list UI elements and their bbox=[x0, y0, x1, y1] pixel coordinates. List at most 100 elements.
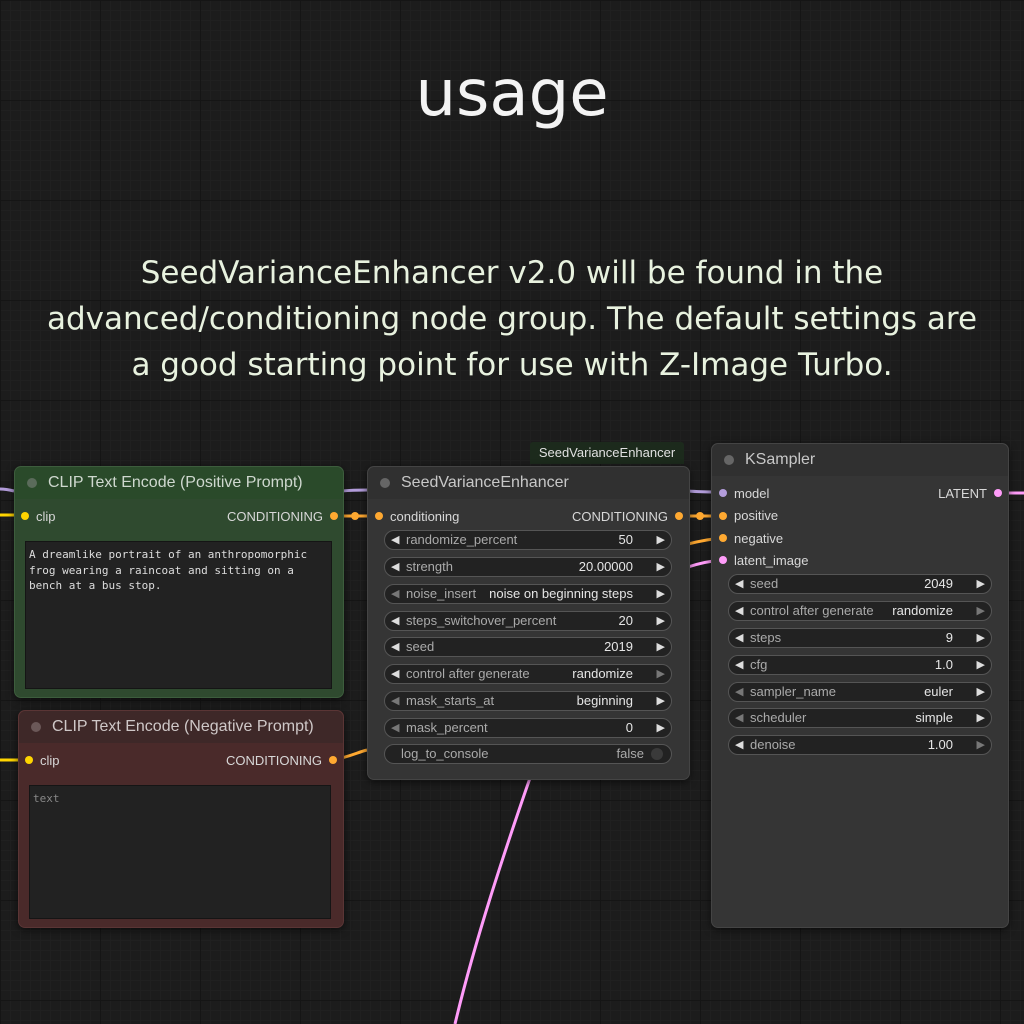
decrement-arrow-icon[interactable]: ◀ bbox=[391, 692, 399, 710]
conditioning-input-port[interactable] bbox=[375, 512, 383, 520]
increment-arrow-icon[interactable]: ▶ bbox=[657, 638, 665, 656]
increment-arrow-icon[interactable]: ▶ bbox=[657, 531, 665, 549]
decrement-arrow-icon[interactable]: ◀ bbox=[735, 683, 743, 701]
toggle-switch[interactable] bbox=[651, 748, 663, 760]
widget-value: 2019 bbox=[604, 639, 633, 654]
decrement-arrow-icon[interactable]: ◀ bbox=[735, 656, 743, 674]
widget-value: beginning bbox=[576, 693, 633, 708]
decrement-arrow-icon[interactable]: ◀ bbox=[391, 665, 399, 683]
widget-steps-switchover-percent[interactable]: ◀ steps_switchover_percent 20 ▶ bbox=[384, 611, 672, 631]
increment-arrow-icon[interactable]: ▶ bbox=[977, 709, 985, 727]
widget-value: 2049 bbox=[924, 576, 953, 591]
ksampler-node[interactable]: KSampler model LATENT positive negative … bbox=[711, 443, 1009, 928]
widget-label: steps_switchover_percent bbox=[406, 613, 557, 628]
increment-arrow-icon[interactable]: ▶ bbox=[977, 602, 985, 620]
widget-steps[interactable]: ◀ steps 9 ▶ bbox=[728, 628, 992, 648]
widget-value: false bbox=[616, 746, 644, 761]
seed-variance-enhancer-node[interactable]: SeedVarianceEnhancer conditioning CONDIT… bbox=[367, 466, 690, 780]
widget-log-to-console[interactable]: log_to_console false bbox=[384, 744, 672, 764]
widget-label: seed bbox=[750, 576, 779, 591]
decrement-arrow-icon[interactable]: ◀ bbox=[735, 736, 743, 754]
conditioning-output-port[interactable] bbox=[330, 512, 338, 520]
widget-control-after-generate[interactable]: ◀ control after generate randomize ▶ bbox=[384, 664, 672, 684]
positive-prompt-node[interactable]: CLIP Text Encode (Positive Prompt) clip … bbox=[14, 466, 344, 698]
positive-input-port[interactable] bbox=[719, 512, 727, 520]
increment-arrow-icon[interactable]: ▶ bbox=[977, 736, 985, 754]
node-title: CLIP Text Encode (Positive Prompt) bbox=[48, 474, 303, 491]
widget-value: 50 bbox=[618, 532, 633, 547]
increment-arrow-icon[interactable]: ▶ bbox=[657, 558, 665, 576]
collapse-dot-icon[interactable] bbox=[31, 722, 41, 732]
widget-value: 20.00000 bbox=[578, 559, 633, 574]
widget-label: log_to_console bbox=[401, 746, 489, 761]
decrement-arrow-icon[interactable]: ◀ bbox=[735, 709, 743, 727]
increment-arrow-icon[interactable]: ▶ bbox=[657, 692, 665, 710]
wire-model-in-left bbox=[0, 487, 15, 493]
increment-arrow-icon[interactable]: ▶ bbox=[977, 629, 985, 647]
widget-value: euler bbox=[924, 684, 953, 699]
widget-control-after-generate[interactable]: ◀ control after generate randomize ▶ bbox=[728, 601, 992, 621]
decrement-arrow-icon[interactable]: ◀ bbox=[391, 719, 399, 737]
decrement-arrow-icon[interactable]: ◀ bbox=[391, 531, 399, 549]
widget-seed[interactable]: ◀ seed 2019 ▶ bbox=[384, 637, 672, 657]
widget-label: control after generate bbox=[406, 666, 530, 681]
widget-label: scheduler bbox=[750, 710, 807, 725]
widget-label: mask_percent bbox=[406, 720, 488, 735]
model-input-port[interactable] bbox=[719, 489, 727, 497]
widget-randomize-percent[interactable]: ◀ randomize_percent 50 ▶ bbox=[384, 530, 672, 550]
widget-value: randomize bbox=[892, 603, 953, 618]
decrement-arrow-icon[interactable]: ◀ bbox=[735, 629, 743, 647]
conditioning-output-port[interactable] bbox=[329, 756, 337, 764]
latent-output-label: LATENT bbox=[938, 486, 987, 501]
positive-prompt-title-bar[interactable]: CLIP Text Encode (Positive Prompt) bbox=[15, 467, 343, 499]
increment-arrow-icon[interactable]: ▶ bbox=[657, 612, 665, 630]
widget-mask-percent[interactable]: ◀ mask_percent 0 ▶ bbox=[384, 718, 672, 738]
conditioning-output-port[interactable] bbox=[675, 512, 683, 520]
widget-value: 1.0 bbox=[934, 657, 953, 672]
widget-label: randomize_percent bbox=[406, 532, 518, 547]
negative-prompt-node[interactable]: CLIP Text Encode (Negative Prompt) clip … bbox=[18, 710, 344, 928]
widget-cfg[interactable]: ◀ cfg 1.0 ▶ bbox=[728, 655, 992, 675]
collapse-dot-icon[interactable] bbox=[380, 478, 390, 488]
page-heading: usage bbox=[415, 57, 609, 131]
clip-input-port[interactable] bbox=[25, 756, 33, 764]
node-title: CLIP Text Encode (Negative Prompt) bbox=[52, 718, 314, 735]
ksampler-title-bar[interactable]: KSampler bbox=[712, 444, 1008, 476]
widget-sampler-name[interactable]: ◀ sampler_name euler ▶ bbox=[728, 682, 992, 702]
increment-arrow-icon[interactable]: ▶ bbox=[977, 575, 985, 593]
negative-prompt-textarea[interactable]: text bbox=[29, 785, 331, 919]
widget-noise-insert[interactable]: ◀ noise_insert noise on beginning steps … bbox=[384, 584, 672, 604]
wire-model-middle bbox=[341, 488, 369, 493]
increment-arrow-icon[interactable]: ▶ bbox=[657, 585, 665, 603]
decrement-arrow-icon[interactable]: ◀ bbox=[735, 602, 743, 620]
node-title: KSampler bbox=[745, 451, 816, 468]
decrement-arrow-icon[interactable]: ◀ bbox=[391, 612, 399, 630]
positive-prompt-textarea[interactable]: A dreamlike portrait of an anthropomorph… bbox=[25, 541, 332, 689]
negative-input-port[interactable] bbox=[719, 534, 727, 542]
increment-arrow-icon[interactable]: ▶ bbox=[657, 719, 665, 737]
widget-seed[interactable]: ◀ seed 2049 ▶ bbox=[728, 574, 992, 594]
increment-arrow-icon[interactable]: ▶ bbox=[657, 665, 665, 683]
decrement-arrow-icon[interactable]: ◀ bbox=[735, 575, 743, 593]
sve-title-bar[interactable]: SeedVarianceEnhancer bbox=[368, 467, 689, 499]
widget-strength[interactable]: ◀ strength 20.00000 ▶ bbox=[384, 557, 672, 577]
usage-description: SeedVarianceEnhancer v2.0 will be found … bbox=[46, 255, 978, 383]
model-input-label: model bbox=[734, 486, 770, 501]
widget-mask-starts-at[interactable]: ◀ mask_starts_at beginning ▶ bbox=[384, 691, 672, 711]
decrement-arrow-icon[interactable]: ◀ bbox=[391, 638, 399, 656]
latent-output-port[interactable] bbox=[994, 489, 1002, 497]
conditioning-output-label: CONDITIONING bbox=[225, 753, 322, 768]
clip-input-port[interactable] bbox=[21, 512, 29, 520]
widget-denoise[interactable]: ◀ denoise 1.00 ▶ bbox=[728, 735, 992, 755]
conditioning-output-label: CONDITIONING bbox=[226, 509, 323, 524]
widget-label: control after generate bbox=[750, 603, 874, 618]
decrement-arrow-icon[interactable]: ◀ bbox=[391, 585, 399, 603]
collapse-dot-icon[interactable] bbox=[27, 478, 37, 488]
latent-image-input-port[interactable] bbox=[719, 556, 727, 564]
widget-scheduler[interactable]: ◀ scheduler simple ▶ bbox=[728, 708, 992, 728]
decrement-arrow-icon[interactable]: ◀ bbox=[391, 558, 399, 576]
increment-arrow-icon[interactable]: ▶ bbox=[977, 656, 985, 674]
negative-prompt-title-bar[interactable]: CLIP Text Encode (Negative Prompt) bbox=[19, 711, 343, 743]
increment-arrow-icon[interactable]: ▶ bbox=[977, 683, 985, 701]
collapse-dot-icon[interactable] bbox=[724, 455, 734, 465]
